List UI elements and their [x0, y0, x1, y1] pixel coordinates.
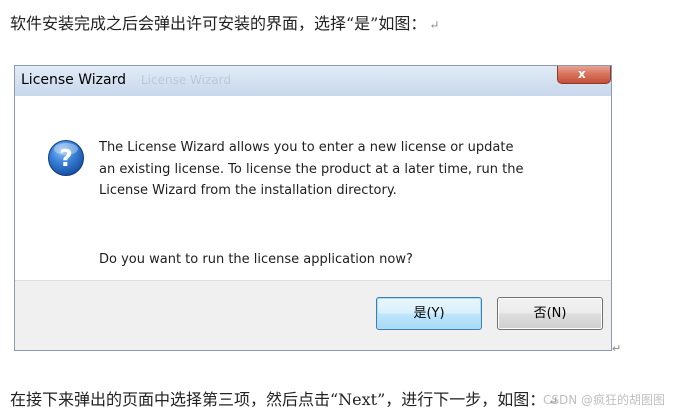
- paragraph-mark-icon: ↵: [429, 18, 440, 32]
- close-icon: x: [578, 67, 586, 81]
- close-button[interactable]: x: [557, 66, 611, 84]
- dialog-button-bar: 是(Y) 否(N): [15, 280, 611, 350]
- dialog-body: ? The License Wizard allows you to enter…: [15, 96, 611, 276]
- message-line: an existing license. To license the prod…: [99, 161, 524, 177]
- paragraph-mark-icon: ↵: [612, 342, 622, 355]
- svg-text:?: ?: [59, 146, 72, 172]
- dialog-title: License Wizard: [21, 72, 126, 88]
- yes-button[interactable]: 是(Y): [376, 297, 482, 330]
- document-text-line-1: 软件安装完成之后会弹出许可安装的界面，选择“是”如图： ↵: [10, 10, 439, 34]
- no-button[interactable]: 否(N): [497, 297, 603, 330]
- license-wizard-dialog: License Wizard License Wizard x ? The Li…: [14, 65, 612, 351]
- dialog-question: Do you want to run the license applicati…: [99, 252, 413, 267]
- page: 软件安装完成之后会弹出许可安装的界面，选择“是”如图： ↵ License Wiz…: [0, 0, 679, 417]
- document-text: 软件安装完成之后会弹出许可安装的界面，选择“是”如图：: [10, 14, 427, 33]
- message-line: The License Wizard allows you to enter a…: [99, 140, 514, 155]
- watermark: CSDN @疯狂的胡图图: [542, 393, 665, 407]
- dialog-title-shadow: License Wizard: [141, 73, 231, 87]
- document-text-line-2: 在接下来弹出的页面中选择第三项，然后点击“Next”，进行下一步，如图： ↵: [10, 386, 558, 410]
- dialog-message: The License Wizard allows you to enter a…: [99, 137, 589, 202]
- dialog-titlebar[interactable]: License Wizard License Wizard x: [15, 66, 611, 97]
- document-text: 在接下来弹出的页面中选择第三项，然后点击“Next”，进行下一步，如图：: [10, 390, 546, 409]
- message-line: License Wizard from the installation dir…: [99, 183, 397, 198]
- question-icon: ?: [48, 140, 84, 176]
